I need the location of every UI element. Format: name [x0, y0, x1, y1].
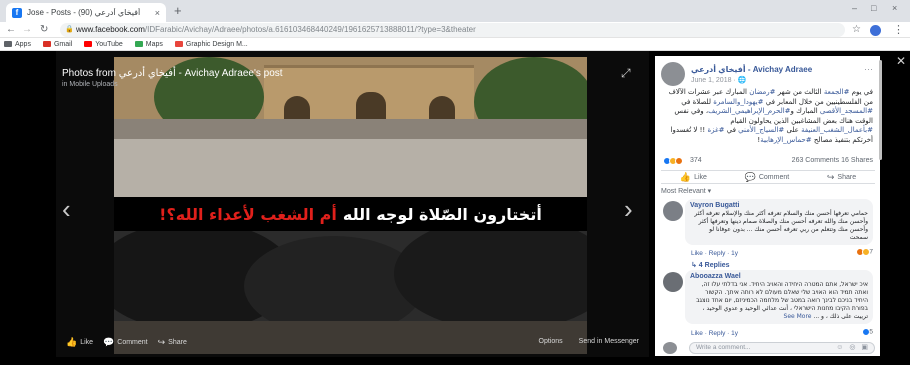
post-author-name[interactable]: أفيخاي أدرعي - Avichay Adraee — [691, 65, 812, 74]
bookmark-maps[interactable]: Maps — [134, 41, 163, 48]
viewer-share-button[interactable]: ↪ Share — [158, 337, 187, 348]
tab-close-icon[interactable]: × — [155, 8, 160, 18]
bookmark-gmail[interactable]: Gmail — [42, 41, 72, 48]
post-like-button[interactable]: 👍 Like — [680, 172, 707, 183]
send-in-messenger-link[interactable]: Send in Messenger — [579, 338, 639, 345]
viewer-options-link[interactable]: Options — [539, 338, 563, 345]
browser-tab[interactable]: f Jose - Posts - أفيخاي أدرعي (90) × — [6, 3, 166, 22]
post-actions: 👍 Like 💬 Comment ↪ Share — [661, 170, 875, 184]
bookmark-graphic-design[interactable]: Graphic Design M... — [174, 41, 248, 48]
tab-title: Jose - Posts - أفيخاي أدرعي (90) — [27, 8, 141, 17]
close-window-button[interactable]: × — [892, 3, 897, 13]
angry-reaction-icon — [675, 157, 683, 165]
lock-icon: 🔒 — [65, 26, 74, 33]
panel-scrollbar[interactable] — [879, 60, 882, 160]
post-side-panel: أفيخاي أدرعي - Avichay Adraee June 1, 20… — [655, 56, 880, 356]
write-comment-box: Write a comment... ☺ ◎ ▣ — [661, 342, 875, 354]
post-share-button[interactable]: ↪ Share — [827, 172, 856, 183]
pinterest-icon — [174, 41, 183, 47]
comment-like-reply-links[interactable]: Like · Reply · 1y — [691, 250, 738, 257]
comment-sort-dropdown[interactable]: Most Relevant ▾ — [661, 187, 711, 195]
viewer-avatar — [663, 342, 677, 354]
post-date[interactable]: June 1, 2018 · 🌐 — [691, 76, 746, 84]
comment-reactions[interactable]: 7 — [855, 248, 873, 256]
caption-white-text: أتختارون الصّلاة لوجه الله — [342, 204, 542, 224]
apps-grid-icon — [4, 41, 12, 47]
comment-tools-icons[interactable]: ☺ ◎ ▣ — [836, 342, 870, 353]
kebab-menu-icon[interactable]: ⋮ — [893, 23, 904, 36]
comment-item: Vayron Bugatti حمامي تعرفها أحسن منك وال… — [661, 199, 875, 269]
previous-photo-arrow-icon[interactable]: ‹ — [62, 196, 71, 222]
like-icon: 👍 — [66, 336, 78, 347]
comment-icon: 💬 — [744, 171, 756, 182]
comment-author[interactable]: Abooazza Wael — [690, 273, 868, 280]
share-icon: ↪ — [826, 171, 835, 182]
commenter-avatar[interactable] — [663, 272, 683, 292]
forward-arrow-icon[interactable]: → — [22, 23, 32, 37]
youtube-icon — [84, 41, 93, 47]
browser-tab-bar: f Jose - Posts - أفيخاي أدرعي (90) × + –… — [0, 0, 910, 22]
new-tab-button[interactable]: + — [174, 4, 182, 18]
post-header: أفيخاي أدرعي - Avichay Adraee June 1, 20… — [661, 62, 875, 86]
photos-subtitle[interactable]: in Mobile Uploads — [62, 81, 118, 88]
viewer-comment-button[interactable]: 💬 Comment — [103, 337, 148, 348]
gmail-icon — [42, 41, 51, 47]
caption-red-text: أم الشغب لأعداء الله؟! — [159, 204, 337, 224]
address-bar[interactable]: 🔒 www.facebook.com/IDFarabic/Avichay/Adr… — [60, 23, 845, 37]
post-text: في يوم #الجمعة الثالث من شهر #رمضان المب… — [668, 88, 873, 144]
post-options-icon[interactable]: ··· — [864, 64, 873, 74]
browser-toolbar: ← → ↻ 🔒 www.facebook.com/IDFarabic/Avich… — [0, 22, 910, 38]
next-photo-arrow-icon[interactable]: › — [624, 196, 633, 222]
photos-title[interactable]: Photos from أفيخاي أدرعي - Avichay Adrae… — [62, 68, 283, 79]
bookmark-youtube[interactable]: YouTube — [84, 41, 123, 48]
comment-text: איכ ישראל, אתם המטרה היחידה והאויב היחיד… — [696, 281, 868, 320]
url-path: /IDFarabic/Avichay/Adraee/photos/a.61610… — [144, 25, 476, 34]
bookmark-apps[interactable]: Apps — [4, 41, 31, 48]
comment-bubble: Vayron Bugatti حمامي تعرفها أحسن منك وال… — [685, 199, 873, 245]
author-avatar[interactable] — [661, 62, 685, 86]
photo-caption-banner: أتختارون الصّلاة لوجه الله أم الشغب لأعد… — [114, 197, 587, 231]
comment-reactions[interactable]: 5 — [861, 328, 873, 336]
screen: f Jose - Posts - أفيخاي أدرعي (90) × + –… — [0, 0, 910, 365]
comment-author[interactable]: Vayron Bugatti — [690, 202, 868, 209]
comment-like-reply-links[interactable]: Like · Reply · 1y — [691, 330, 738, 337]
maximize-button[interactable]: □ — [871, 3, 876, 13]
reaction-count[interactable]: 374 — [690, 157, 702, 164]
comments-shares-count[interactable]: 263 Comments 16 Shares — [792, 157, 873, 164]
close-viewer-icon[interactable]: ✕ — [896, 54, 906, 68]
viewer-action-bar: 👍 Like 💬 Comment ↪ Share Options Send in Me… — [56, 335, 649, 349]
viewer-like-button[interactable]: 👍 Like — [66, 337, 93, 348]
comment-icon: 💬 — [103, 336, 115, 347]
comment-item: Abooazza Wael איכ ישראל, אתם המטרה היחיד… — [661, 270, 875, 340]
comment-bubble: Abooazza Wael איכ ישראל, אתם המטרה היחיד… — [685, 270, 873, 324]
maps-icon — [134, 41, 143, 47]
post-comment-button[interactable]: 💬 Comment — [745, 172, 790, 183]
fullscreen-icon[interactable]: ⤢ — [621, 66, 631, 81]
facebook-favicon-icon: f — [12, 7, 22, 18]
comment-text: حمامي تعرفها أحسن منك والسلام تعرفه أكثر… — [694, 210, 868, 241]
minimize-button[interactable]: – — [852, 3, 857, 13]
bookmarks-bar: Apps Gmail YouTube Maps Graphic Design M… — [0, 38, 910, 51]
reload-icon[interactable]: ↻ — [40, 23, 48, 37]
post-stats: 374 263 Comments 16 Shares — [663, 157, 873, 167]
view-replies-link[interactable]: ↳ 4 Replies — [691, 261, 730, 269]
bookmark-star-icon[interactable]: ☆ — [852, 24, 861, 35]
url-host: www.facebook.com — [76, 25, 145, 34]
profile-avatar-icon[interactable] — [870, 25, 881, 36]
commenter-avatar[interactable] — [663, 201, 683, 221]
like-icon: 👍 — [679, 171, 692, 182]
back-arrow-icon[interactable]: ← — [6, 23, 16, 37]
share-icon: ↪ — [157, 336, 166, 347]
see-more-link[interactable]: See More — [784, 313, 812, 320]
